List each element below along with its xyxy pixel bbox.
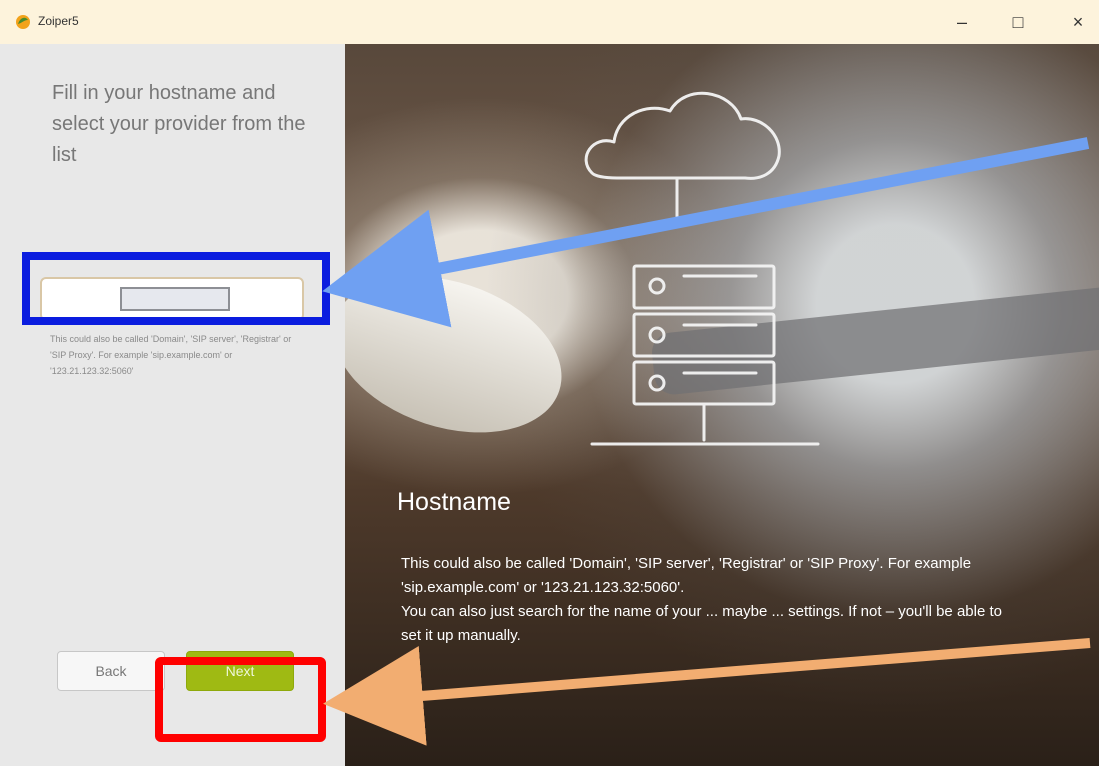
zoiper-logo-icon	[16, 15, 30, 29]
title-bar: Zoiper5 – □ ×	[0, 0, 1099, 44]
maximize-button[interactable]: □	[1000, 8, 1036, 36]
back-button[interactable]: Back	[57, 651, 165, 691]
hero-title: Hostname	[397, 488, 511, 516]
next-button-highlight-box	[155, 657, 326, 742]
cloud-server-illustration	[584, 91, 820, 446]
hostname-highlight-box	[22, 252, 330, 325]
close-button[interactable]: ×	[1060, 8, 1096, 36]
hero-image-panel: Hostname This could also be called 'Doma…	[345, 44, 1099, 766]
hostname-hint: This could also be called 'Domain', 'SIP…	[50, 334, 292, 376]
window-title: Zoiper5	[38, 14, 79, 28]
hero-description: This could also be called 'Domain', 'SIP…	[401, 555, 1002, 644]
instruction-text: Fill in your hostname and select your pr…	[52, 82, 306, 166]
minimize-button[interactable]: –	[944, 8, 980, 36]
